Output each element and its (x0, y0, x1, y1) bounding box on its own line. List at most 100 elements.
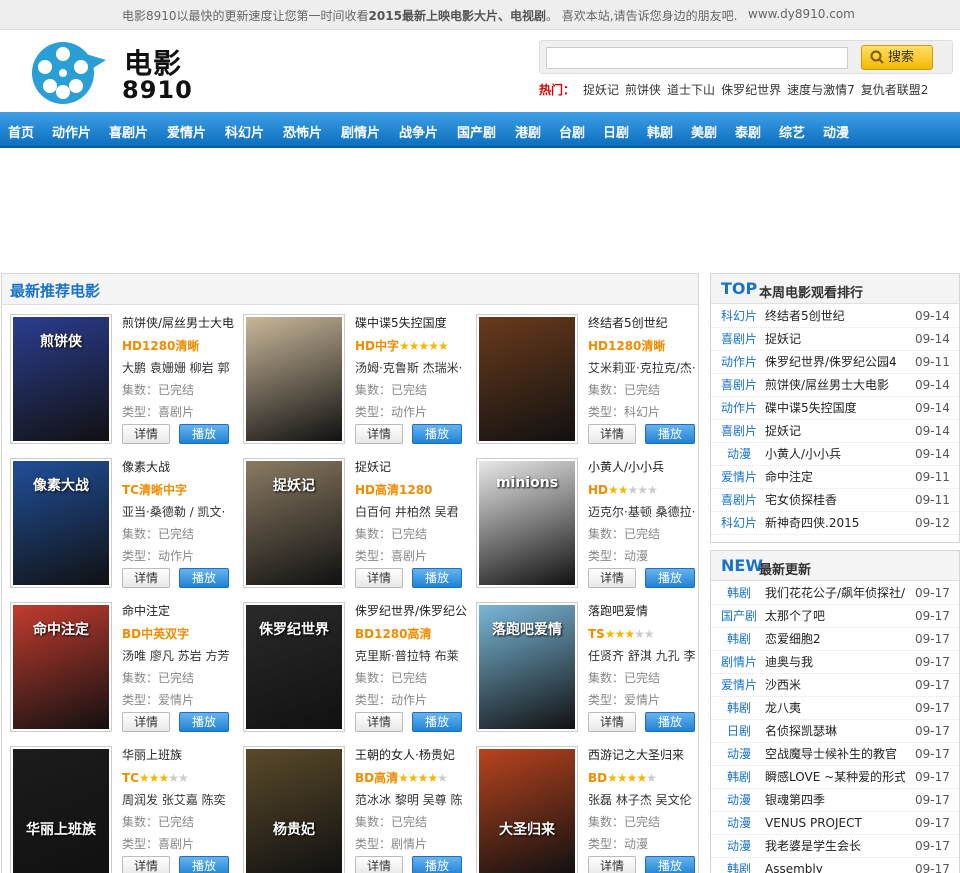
item-category[interactable]: 韩剧 (719, 628, 759, 651)
detail-button[interactable]: 详情 (355, 856, 403, 873)
nav-item-cn-series[interactable]: 国产剧 (457, 122, 496, 141)
movie-title[interactable]: 碟中谍5失控国度 (355, 314, 467, 336)
play-button[interactable]: 播放 (179, 856, 229, 873)
movie-poster[interactable]: 像素大战 (10, 458, 112, 588)
play-button[interactable]: 播放 (645, 712, 695, 732)
item-title[interactable]: 宅女侦探桂香 (765, 489, 905, 512)
play-button[interactable]: 播放 (179, 568, 229, 588)
item-title[interactable]: VENUS PROJECT (765, 812, 905, 835)
item-title[interactable]: 沙西米 (765, 674, 905, 697)
nav-item-tw-series[interactable]: 台剧 (559, 122, 585, 141)
list-item[interactable]: 韩剧 龙八夷 09-17 (711, 697, 959, 720)
hot-keyword[interactable]: 捉妖记 (583, 83, 619, 97)
list-item[interactable]: 韩剧 瞬感LOVE ~某种爱的形式 09-17 (711, 766, 959, 789)
movie-title[interactable]: 小黄人/小小兵 (588, 458, 700, 480)
item-title[interactable]: 捉妖记 (765, 328, 905, 351)
hot-keyword[interactable]: 复仇者联盟2 (861, 83, 929, 97)
play-button[interactable]: 播放 (645, 856, 695, 873)
item-category[interactable]: 动漫 (719, 743, 759, 766)
list-item[interactable]: 韩剧 恋爱细胞2 09-17 (711, 628, 959, 651)
movie-poster[interactable]: 大圣归来 (476, 746, 578, 873)
item-category[interactable]: 韩剧 (719, 766, 759, 789)
movie-title[interactable]: 西游记之大圣归来 (588, 746, 700, 768)
hot-keyword[interactable]: 速度与激情7 (787, 83, 855, 97)
nav-item-scifi[interactable]: 科幻片 (225, 122, 264, 141)
list-item[interactable]: 国产剧 太那个了吧 09-17 (711, 605, 959, 628)
item-category[interactable]: 喜剧片 (719, 489, 759, 512)
movie-title[interactable]: 命中注定 (122, 602, 234, 624)
nav-item-home[interactable]: 首页 (8, 122, 34, 141)
list-item[interactable]: 剧情片 迪奥与我 09-17 (711, 651, 959, 674)
item-title[interactable]: 命中注定 (765, 466, 905, 489)
list-item[interactable]: 动漫 空战魔导士候补生的教官 09-17 (711, 743, 959, 766)
detail-button[interactable]: 详情 (122, 856, 170, 873)
movie-title[interactable]: 王朝的女人·杨贵妃 (355, 746, 467, 768)
list-item[interactable]: 科幻片 新神奇四侠.2015 09-12 (711, 512, 959, 535)
movie-poster[interactable]: 捉妖记 (243, 458, 345, 588)
nav-item-jp-series[interactable]: 日剧 (603, 122, 629, 141)
movie-title[interactable]: 煎饼侠/屌丝男士大电 (122, 314, 234, 336)
play-button[interactable]: 播放 (645, 424, 695, 444)
detail-button[interactable]: 详情 (122, 712, 170, 732)
list-item[interactable]: 科幻片 终结者5创世纪 09-14 (711, 305, 959, 328)
movie-poster[interactable] (243, 314, 345, 444)
nav-item-anime[interactable]: 动漫 (823, 122, 849, 141)
play-button[interactable]: 播放 (179, 424, 229, 444)
play-button[interactable]: 播放 (179, 712, 229, 732)
item-category[interactable]: 动漫 (719, 443, 759, 466)
item-category[interactable]: 喜剧片 (719, 328, 759, 351)
item-title[interactable]: 我们花花公子/飙年侦探社/ (765, 582, 905, 605)
play-button[interactable]: 播放 (412, 424, 462, 444)
item-title[interactable]: 名侦探凯瑟琳 (765, 720, 905, 743)
item-category[interactable]: 爱情片 (719, 674, 759, 697)
nav-item-variety[interactable]: 综艺 (779, 122, 805, 141)
movie-title[interactable]: 终结者5创世纪 (588, 314, 700, 336)
movie-title[interactable]: 华丽上班族 (122, 746, 234, 768)
list-item[interactable]: 爱情片 沙西米 09-17 (711, 674, 959, 697)
list-item[interactable]: 动作片 侏罗纪世界/侏罗纪公园4 09-11 (711, 351, 959, 374)
list-item[interactable]: 喜剧片 捉妖记 09-14 (711, 420, 959, 443)
item-title[interactable]: 碟中谍5失控国度 (765, 397, 905, 420)
item-category[interactable]: 动作片 (719, 351, 759, 374)
item-title[interactable]: 煎饼侠/屌丝男士大电影 (765, 374, 905, 397)
detail-button[interactable]: 详情 (122, 424, 170, 444)
item-title[interactable]: 捉妖记 (765, 420, 905, 443)
detail-button[interactable]: 详情 (588, 856, 636, 873)
list-item[interactable]: 喜剧片 捉妖记 09-14 (711, 328, 959, 351)
list-item[interactable]: 日剧 名侦探凯瑟琳 09-17 (711, 720, 959, 743)
item-category[interactable]: 韩剧 (719, 858, 759, 873)
item-category[interactable]: 喜剧片 (719, 374, 759, 397)
list-item[interactable]: 动漫 我老婆是学生会长 09-17 (711, 835, 959, 858)
movie-poster[interactable] (476, 314, 578, 444)
play-button[interactable]: 播放 (412, 856, 462, 873)
list-item[interactable]: 喜剧片 煎饼侠/屌丝男士大电影 09-14 (711, 374, 959, 397)
item-category[interactable]: 剧情片 (719, 651, 759, 674)
movie-poster[interactable]: 华丽上班族 (10, 746, 112, 873)
item-title[interactable]: 终结者5创世纪 (765, 305, 905, 328)
item-category[interactable]: 动漫 (719, 835, 759, 858)
item-category[interactable]: 爱情片 (719, 466, 759, 489)
nav-item-th-series[interactable]: 泰剧 (735, 122, 761, 141)
movie-title[interactable]: 捉妖记 (355, 458, 467, 480)
detail-button[interactable]: 详情 (588, 424, 636, 444)
movie-poster[interactable]: 煎饼侠 (10, 314, 112, 444)
item-category[interactable]: 喜剧片 (719, 420, 759, 443)
list-item[interactable]: 韩剧 Assembly 09-17 (711, 858, 959, 873)
item-category[interactable]: 日剧 (719, 720, 759, 743)
movie-poster[interactable]: 杨贵妃 (243, 746, 345, 873)
site-domain[interactable]: www.dy8910.com (748, 7, 855, 21)
item-category[interactable]: 国产剧 (719, 605, 759, 628)
item-category[interactable]: 科幻片 (719, 512, 759, 535)
item-category[interactable]: 动漫 (719, 789, 759, 812)
list-item[interactable]: 动漫 VENUS PROJECT 09-17 (711, 812, 959, 835)
item-title[interactable]: 太那个了吧 (765, 605, 905, 628)
item-title[interactable]: 龙八夷 (765, 697, 905, 720)
nav-item-drama[interactable]: 剧情片 (341, 122, 380, 141)
movie-poster[interactable]: 命中注定 (10, 602, 112, 732)
play-button[interactable]: 播放 (412, 712, 462, 732)
search-button[interactable]: 搜索 (861, 45, 933, 70)
movie-title[interactable]: 像素大战 (122, 458, 234, 480)
detail-button[interactable]: 详情 (355, 568, 403, 588)
hot-keyword[interactable]: 侏罗纪世界 (721, 83, 781, 97)
detail-button[interactable]: 详情 (355, 424, 403, 444)
